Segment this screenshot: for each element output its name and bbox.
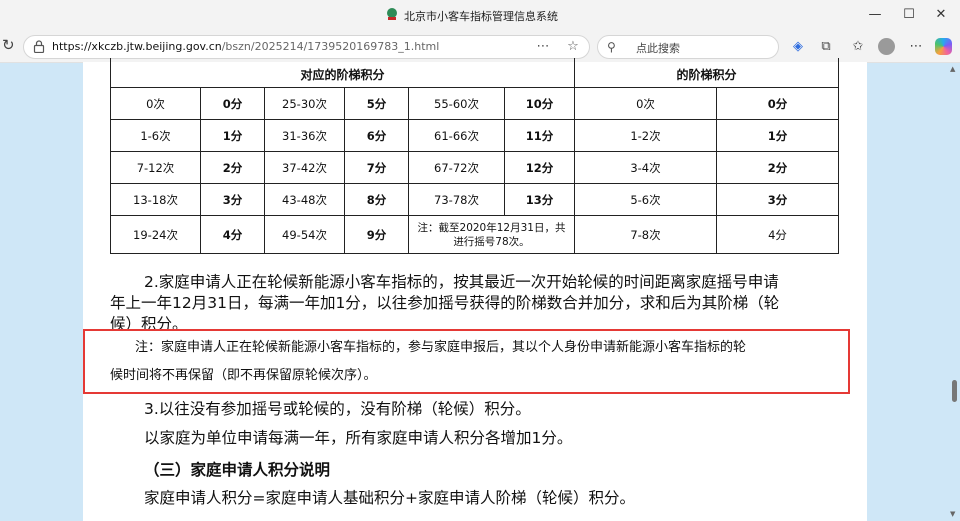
table-cell: 7分 [344,151,409,184]
lock-icon [33,40,45,53]
paragraph-5: 家庭申请人积分=家庭申请人基础积分+家庭申请人阶梯（轮候）积分。 [144,489,635,507]
paragraph-2-line2: 年上一年12月31日，每满一年加1分，以往参加摇号获得的阶梯数合并加分，求和后为… [110,294,780,312]
table-cell: 9分 [344,215,409,254]
section-heading-3: （三）家庭申请人积分说明 [144,461,331,479]
table-cell: 2分 [200,151,265,184]
title-bar: 北京市小客车指标管理信息系统 — ☐ ✕ [0,0,960,32]
scroll-up-icon[interactable]: ▲ [950,65,955,73]
table-cell: 12分 [504,151,575,184]
minimize-button[interactable]: — [860,4,890,26]
copilot-icon[interactable] [935,38,952,55]
table-cell: 4分 [716,215,839,254]
window-title: 北京市小客车指标管理信息系统 [404,10,558,23]
scrollbar-thumb[interactable] [952,380,957,402]
url-path: /bszn/2025214/1739520169783_1.html [221,40,440,53]
table-header-left: 对应的阶梯积分 [110,58,575,88]
table-note-line1: 注：截至2020年12月31日，共 [417,221,566,234]
close-button[interactable]: ✕ [926,4,956,26]
table-row: 19-24次 4分 49-54次 9分 注：截至2020年12月31日，共 进行… [110,215,839,254]
document-page: 对应的阶梯积分 的阶梯积分 0次 0分 25-30次 5分 55-60次 10分… [83,58,867,521]
table-note-line2: 进行摇号78次。 [453,235,530,248]
table-cell: 1分 [200,119,265,152]
table-cell: 10分 [504,87,575,120]
paragraph-3: 3.以往没有参加摇号或轮候的，没有阶梯（轮候）积分。 [144,400,531,418]
table-row: 0次 0分 25-30次 5分 55-60次 10分 0次 0分 [110,87,839,120]
table-cell: 25-30次 [264,87,345,120]
table-cell: 19-24次 [110,215,201,254]
paragraph-4: 以家庭为单位申请每满一年，所有家庭申请人积分各增加1分。 [144,429,573,447]
score-table: 对应的阶梯积分 的阶梯积分 0次 0分 25-30次 5分 55-60次 10分… [110,58,839,254]
url-host: https://xkczb.jtw.beijing.gov.cn [52,40,222,53]
table-cell: 5-6次 [574,183,717,216]
table-cell: 61-66次 [408,119,505,152]
table-cell: 7-12次 [110,151,201,184]
table-cell: 1分 [716,119,839,152]
table-row: 1-6次 1分 31-36次 6分 61-66次 11分 1-2次 1分 [110,119,839,152]
table-cell: 31-36次 [264,119,345,152]
table-cell: 3分 [716,183,839,216]
table-cell: 8分 [344,183,409,216]
table-cell: 4分 [200,215,265,254]
more-options-icon[interactable]: ⋯ [534,38,552,56]
search-box[interactable]: ⚲ 点此搜索 [597,35,779,59]
table-cell: 13-18次 [110,183,201,216]
address-bar[interactable]: https://xkczb.jtw.beijing.gov.cn/bszn/20… [23,35,590,59]
table-cell: 6分 [344,119,409,152]
table-cell: 1-2次 [574,119,717,152]
favorites-icon[interactable]: ✩ [848,37,868,57]
table-cell: 3分 [200,183,265,216]
table-cell: 0次 [574,87,717,120]
table-cell: 7-8次 [574,215,717,254]
table-cell: 49-54次 [264,215,345,254]
search-placeholder: 点此搜索 [636,42,680,55]
table-cell: 43-48次 [264,183,345,216]
table-cell: 13分 [504,183,575,216]
shield-icon[interactable]: ◈ [788,37,808,57]
vertical-scrollbar[interactable]: ▲ ▼ [948,62,960,521]
paragraph-2-line1: 2.家庭申请人正在轮候新能源小客车指标的，按其最近一次开始轮候的时间距离家庭摇号… [144,273,779,291]
table-cell: 0分 [200,87,265,120]
favorite-star-icon[interactable]: ☆ [564,38,582,56]
table-cell: 3-4次 [574,151,717,184]
table-header-right: 的阶梯积分 [574,58,839,88]
search-icon: ⚲ [607,40,616,54]
table-cell: 5分 [344,87,409,120]
table-header-row: 对应的阶梯积分 的阶梯积分 [110,58,839,88]
site-favicon-icon [387,8,397,20]
table-row: 13-18次 3分 43-48次 8分 73-78次 13分 5-6次 3分 [110,183,839,216]
table-cell: 73-78次 [408,183,505,216]
table-cell: 2分 [716,151,839,184]
profile-avatar[interactable] [878,38,895,55]
extensions-icon[interactable]: ⧉ [816,37,836,57]
table-cell: 37-42次 [264,151,345,184]
table-cell: 55-60次 [408,87,505,120]
table-cell: 1-6次 [110,119,201,152]
table-cell: 0分 [716,87,839,120]
table-cell: 0次 [110,87,201,120]
menu-icon[interactable]: ⋯ [906,37,926,57]
table-note-cell: 注：截至2020年12月31日，共 进行摇号78次。 [408,215,575,254]
table-cell: 11分 [504,119,575,152]
table-row: 7-12次 2分 37-42次 7分 67-72次 12分 3-4次 2分 [110,151,839,184]
scroll-down-icon[interactable]: ▼ [950,510,955,518]
table-cell: 67-72次 [408,151,505,184]
highlight-note-line1: 注：家庭申请人正在轮候新能源小客车指标的，参与家庭申报后，其以个人身份申请新能源… [135,340,747,355]
highlight-note-line2: 候时间将不再保留（即不再保留原轮候次序）。 [110,368,377,383]
refresh-icon[interactable]: ↻ [2,36,20,56]
maximize-button[interactable]: ☐ [894,4,924,26]
url-text[interactable]: https://xkczb.jtw.beijing.gov.cn/bszn/20… [52,40,439,53]
